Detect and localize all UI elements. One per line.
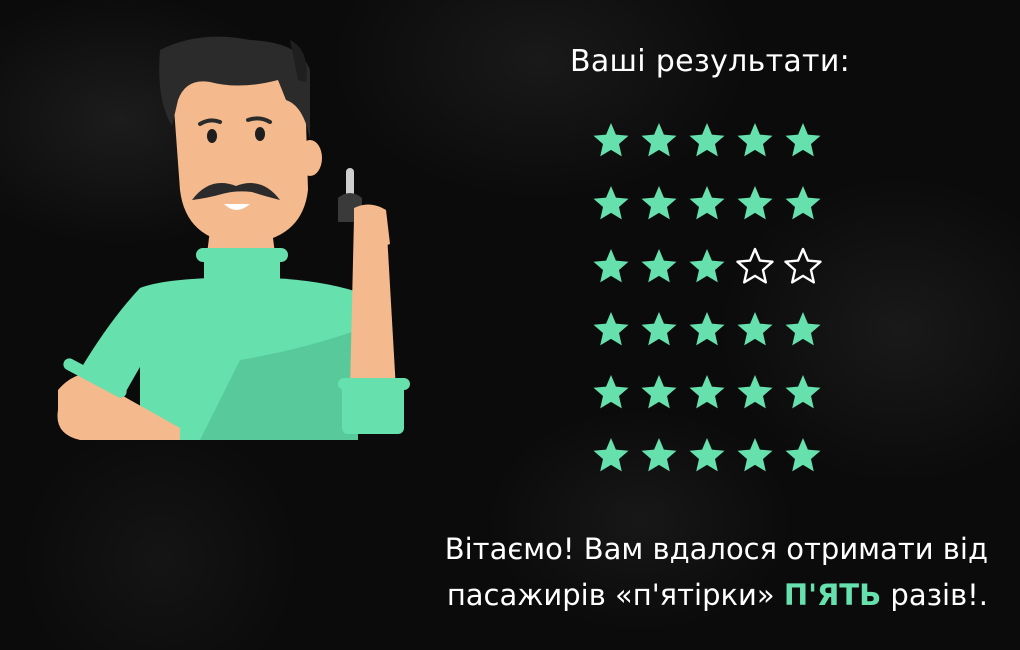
rating-row	[592, 118, 832, 162]
congrats-line-2: пасажирів «п'ятірки» П'ЯТЬ разів!.	[360, 572, 988, 618]
star-filled-icon	[641, 186, 677, 220]
star-empty-icon	[736, 247, 774, 284]
star-filled-icon	[689, 438, 725, 472]
star-filled-icon	[737, 438, 773, 472]
star-filled-icon	[593, 249, 629, 283]
star-filled-icon	[689, 375, 725, 409]
star-filled-icon	[593, 312, 629, 346]
driver-holding-key-icon	[57, 36, 410, 440]
star-filled-icon	[737, 123, 773, 157]
star-filled-icon	[641, 438, 677, 472]
star-filled-icon	[785, 375, 821, 409]
star-filled-icon	[737, 186, 773, 220]
congrats-line-2-suffix: разів!.	[890, 578, 988, 612]
star-filled-icon	[641, 312, 677, 346]
star-filled-icon	[641, 249, 677, 283]
ratings-grid	[592, 118, 832, 496]
star-filled-icon	[689, 249, 725, 283]
star-filled-icon	[593, 123, 629, 157]
star-filled-icon	[785, 186, 821, 220]
star-filled-icon	[785, 438, 821, 472]
congrats-line-2-prefix: пасажирів «п'ятірки»	[446, 578, 775, 612]
star-filled-icon	[593, 186, 629, 220]
star-filled-icon	[593, 438, 629, 472]
rating-row	[592, 181, 832, 225]
congrats-message: Вітаємо! Вам вдалося отримати від пасажи…	[360, 526, 988, 618]
star-filled-icon	[641, 375, 677, 409]
star-filled-icon	[689, 123, 725, 157]
star-filled-icon	[593, 375, 629, 409]
rating-row	[592, 370, 832, 414]
star-filled-icon	[737, 375, 773, 409]
rating-row	[592, 433, 832, 477]
star-filled-icon	[785, 123, 821, 157]
star-empty-icon	[784, 247, 822, 284]
results-title: Ваші результати:	[569, 44, 851, 79]
congrats-line-1: Вітаємо! Вам вдалося отримати від	[444, 532, 988, 566]
star-filled-icon	[785, 312, 821, 346]
star-filled-icon	[689, 312, 725, 346]
star-filled-icon	[641, 123, 677, 157]
star-filled-icon	[737, 312, 773, 346]
rating-row	[592, 307, 832, 351]
star-filled-icon	[689, 186, 725, 220]
rating-row	[592, 244, 832, 288]
highlight-count: П'ЯТЬ	[783, 578, 882, 612]
